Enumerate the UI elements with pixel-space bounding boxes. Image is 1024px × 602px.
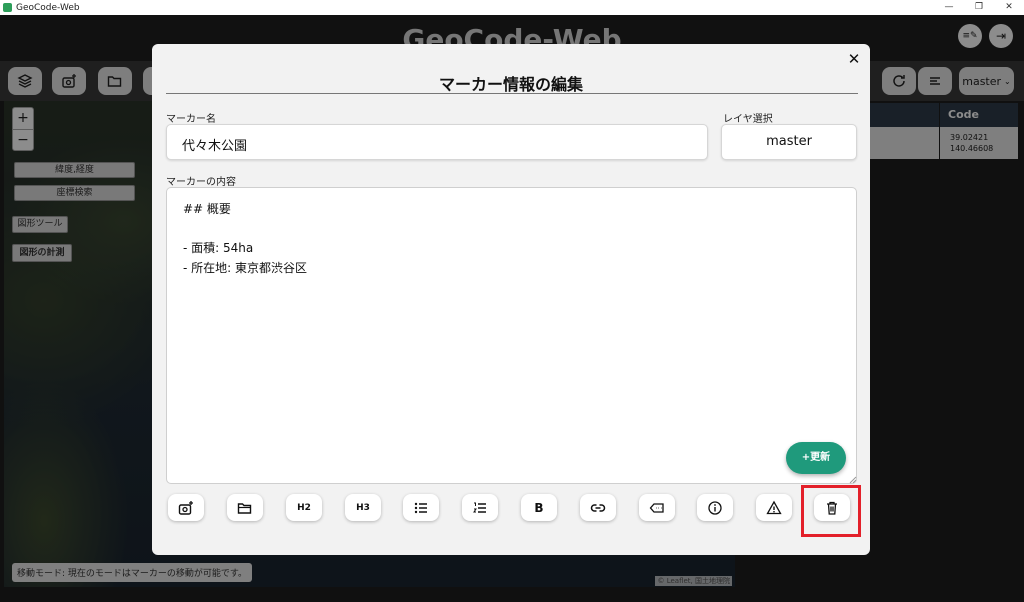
bullet-list-icon — [414, 502, 427, 513]
numbered-list-button[interactable] — [462, 494, 498, 521]
marker-content-textarea[interactable]: ## 概要 - 面積: 54ha - 所在地: 東京都渋谷区 — [166, 187, 857, 484]
bold-button[interactable]: B — [521, 494, 557, 521]
folder-icon — [237, 502, 252, 514]
bold-icon: B — [534, 500, 544, 515]
info-icon — [708, 500, 722, 515]
marker-name-input[interactable]: 代々木公園 — [166, 124, 708, 160]
marker-content-label: マーカーの内容 — [166, 177, 236, 188]
h2-icon: H2 — [297, 502, 311, 513]
modal-close-button[interactable]: ✕ — [846, 50, 862, 68]
content-line: - 所在地: 東京都渋谷区 — [183, 260, 308, 275]
delete-highlight-box — [801, 485, 861, 537]
insert-file-button[interactable] — [227, 494, 263, 521]
marker-name-label: マーカー名 — [166, 114, 216, 125]
update-button[interactable]: +更新 — [786, 442, 846, 474]
minimize-button[interactable]: — — [934, 0, 964, 15]
modal-layer-select[interactable]: master — [721, 124, 857, 160]
insert-photo-button[interactable] — [168, 494, 204, 521]
link-button[interactable] — [580, 494, 616, 521]
app-icon — [3, 3, 12, 12]
link-icon — [590, 503, 606, 512]
content-line: ## 概要 — [183, 202, 231, 216]
restore-button[interactable]: ❐ — [964, 0, 994, 15]
add-photo-icon — [178, 500, 193, 515]
content-line: - 面積: 54ha — [183, 241, 254, 255]
tag-icon — [649, 502, 664, 513]
window-close-button[interactable]: ✕ — [994, 0, 1024, 15]
tag-button[interactable] — [639, 494, 675, 521]
bullet-list-button[interactable] — [403, 494, 439, 521]
layer-select-label: レイヤ選択 — [723, 114, 773, 125]
modal-title: マーカー情報の編集 — [438, 75, 583, 94]
modal-divider — [166, 93, 858, 94]
heading2-button[interactable]: H2 — [286, 494, 322, 521]
info-button[interactable] — [697, 494, 733, 521]
window-titlebar: GeoCode-Web — ❐ ✕ — [0, 0, 1024, 15]
warning-icon — [766, 500, 782, 514]
edit-marker-modal: ✕ マーカー情報の編集 マーカー名 代々木公園 レイヤ選択 master マーカ… — [152, 44, 870, 555]
h3-icon: H3 — [356, 502, 370, 513]
resize-handle-icon — [849, 476, 857, 484]
heading3-button[interactable]: H3 — [345, 494, 381, 521]
warning-button[interactable] — [756, 494, 792, 521]
numbered-list-icon — [473, 502, 486, 513]
window-title: GeoCode-Web — [16, 2, 80, 13]
content-line — [183, 220, 840, 240]
